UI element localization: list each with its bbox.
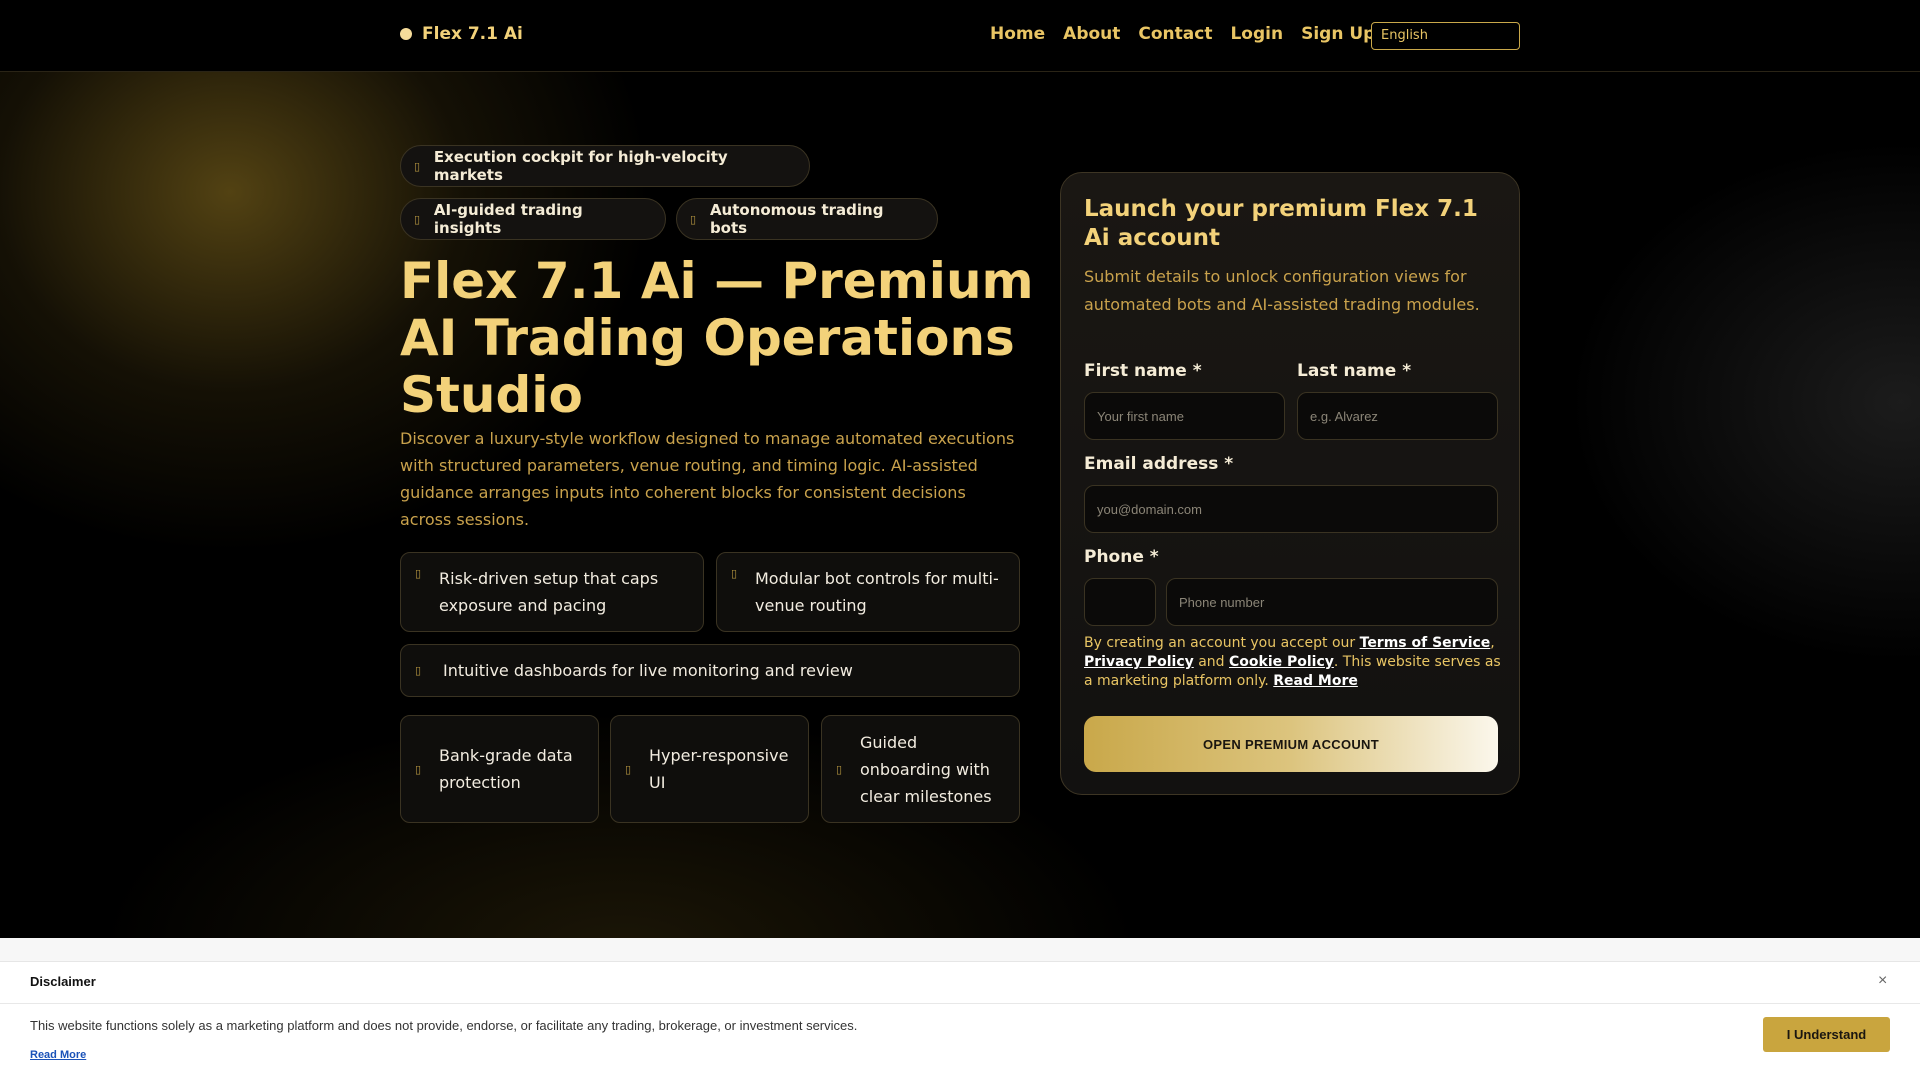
disclaimer-read-more-link[interactable]: Read More <box>30 1049 86 1061</box>
phone-country-code[interactable] <box>1084 578 1156 626</box>
highlight-text: Bank-grade data protection <box>439 746 573 792</box>
nav-sign-up[interactable]: Sign Up <box>1301 24 1375 44</box>
email-field[interactable] <box>1084 485 1498 533</box>
last-name-field[interactable] <box>1297 392 1498 440</box>
hero-title: Flex 7.1 Ai — Premium AI Trading Operati… <box>400 252 1034 424</box>
disclaimer-banner: Disclaimer × This website functions sole… <box>0 938 1920 1080</box>
feature-text: Intuitive dashboards for live monitoring… <box>443 661 853 680</box>
disclaimer-title: Disclaimer <box>30 974 96 989</box>
form-title: Launch your premium Flex 7.1 Ai account <box>1084 196 1478 251</box>
nav-home[interactable]: Home <box>990 24 1045 44</box>
highlight-card-onboarding: ▯ Guided onboarding with clear milestone… <box>821 715 1020 823</box>
feature-card-modular: ▯ Modular bot controls for multi-venue r… <box>716 552 1020 632</box>
hero-description: Discover a luxury-style workflow designe… <box>400 429 1015 529</box>
highlight-text: Hyper-responsive UI <box>649 746 789 792</box>
bullet-icon: ▯ <box>415 762 422 776</box>
badge-label: Autonomous trading bots <box>709 201 884 237</box>
feature-text: Modular bot controls for multi-venue rou… <box>755 569 999 615</box>
legal-text: By creating an account you accept our <box>1084 635 1360 651</box>
bullet-icon: ▯ <box>625 762 632 776</box>
top-navbar: Flex 7.1 Ai Home About Contact Login Sig… <box>0 0 1920 72</box>
bullet-icon: ▯ <box>414 212 421 226</box>
main-nav: Home About Contact Login Sign Up <box>990 24 1375 44</box>
close-icon[interactable]: × <box>1878 972 1887 990</box>
phone-number-field[interactable] <box>1166 578 1498 626</box>
language-select[interactable]: English <box>1371 22 1520 50</box>
last-name-label: Last name * <box>1297 361 1412 381</box>
highlight-text: Guided onboarding with clear milestones <box>860 732 992 806</box>
disclaimer-header: Disclaimer × <box>0 962 1920 1004</box>
badge-ai-insights: ▯ AI-guided trading insights <box>400 198 666 240</box>
feature-text: Risk-driven setup that caps exposure and… <box>439 569 659 615</box>
signup-form-panel: Launch your premium Flex 7.1 Ai account … <box>1060 172 1520 795</box>
nav-about[interactable]: About <box>1063 24 1120 44</box>
badge-label: Execution cockpit for high-velocity mark… <box>433 148 728 184</box>
feature-card-risk: ▯ Risk-driven setup that caps exposure a… <box>400 552 704 632</box>
badge-autonomous-bots: ▯ Autonomous trading bots <box>676 198 938 240</box>
privacy-link[interactable]: Privacy Policy <box>1084 654 1194 670</box>
i-understand-button[interactable]: I Understand <box>1763 1017 1890 1052</box>
bullet-icon: ▯ <box>415 567 422 580</box>
terms-link[interactable]: Terms of Service <box>1360 635 1491 651</box>
legal-notice: By creating an account you accept our Te… <box>1084 634 1504 691</box>
badge-execution-cockpit: ▯ Execution cockpit for high-velocity ma… <box>400 145 810 187</box>
email-label: Email address * <box>1084 454 1234 474</box>
legal-text: , <box>1490 635 1495 651</box>
legal-text: and <box>1193 654 1229 670</box>
disclaimer-text: This website functions solely as a marke… <box>30 1018 858 1033</box>
phone-label: Phone * <box>1084 547 1159 567</box>
brand-dot-icon <box>400 28 412 40</box>
highlight-card-data-protection: ▯ Bank-grade data protection <box>400 715 599 823</box>
highlight-card-responsive-ui: ▯ Hyper-responsive UI <box>610 715 809 823</box>
bullet-icon: ▯ <box>690 212 697 226</box>
bullet-icon: ▯ <box>415 664 422 677</box>
nav-login[interactable]: Login <box>1230 24 1283 44</box>
form-subtitle: Submit details to unlock configuration v… <box>1084 267 1480 314</box>
bullet-icon: ▯ <box>836 762 843 776</box>
badge-label: AI-guided trading insights <box>433 201 583 237</box>
first-name-field[interactable] <box>1084 392 1285 440</box>
nav-contact[interactable]: Contact <box>1138 24 1212 44</box>
bullet-icon: ▯ <box>731 567 738 580</box>
brand-name: Flex 7.1 Ai <box>422 24 523 44</box>
brand-logo[interactable]: Flex 7.1 Ai <box>400 24 523 44</box>
disclaimer-top-strip <box>0 938 1920 962</box>
open-account-button[interactable]: OPEN PREMIUM ACCOUNT <box>1084 716 1498 772</box>
feature-card-dashboards: ▯ Intuitive dashboards for live monitori… <box>400 644 1020 697</box>
read-more-link[interactable]: Read More <box>1273 673 1358 689</box>
cookie-link[interactable]: Cookie Policy <box>1229 654 1334 670</box>
first-name-label: First name * <box>1084 361 1202 381</box>
bullet-icon: ▯ <box>414 159 421 173</box>
